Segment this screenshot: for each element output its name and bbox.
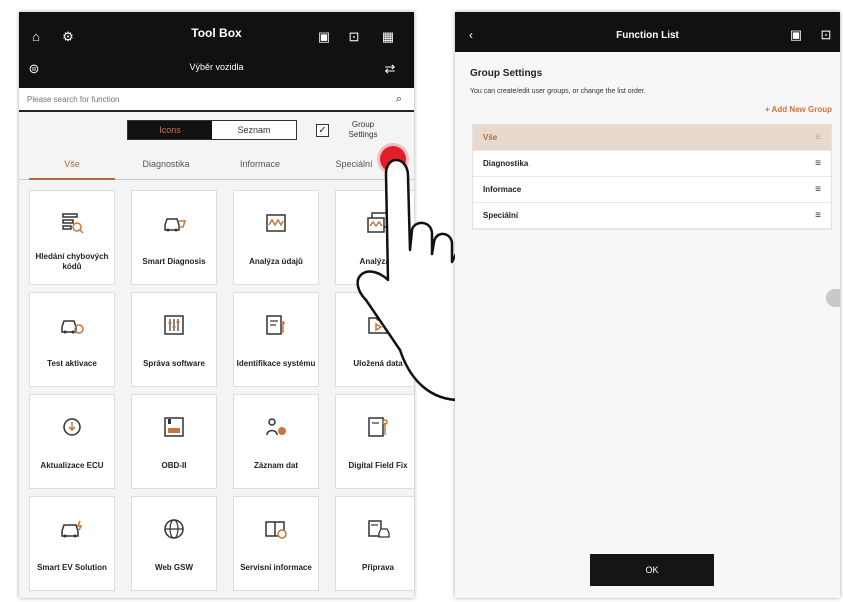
tile-label: Příprava xyxy=(361,563,395,572)
tile-label: Hledání chybových kódů xyxy=(35,252,109,271)
drag-handle-icon[interactable]: ≡ xyxy=(815,184,821,195)
tile-software-management[interactable]: Správa software xyxy=(131,292,217,387)
group-item-diagnostika[interactable]: Diagnostika ≡ xyxy=(473,151,831,177)
tile-ev-solution[interactable]: Smart EV Solution xyxy=(29,496,115,591)
tile-label: Web GSW xyxy=(154,563,194,572)
group-item-specialni[interactable]: Speciální ≡ xyxy=(473,203,831,229)
tile-label: Digital Field Fix xyxy=(348,461,408,470)
section-description: You can create/edit user groups, or chan… xyxy=(470,88,646,95)
ecu-update-icon xyxy=(30,415,114,441)
software-management-icon xyxy=(132,313,216,339)
tile-label: Smart EV Solution xyxy=(37,563,107,572)
field-fix-icon xyxy=(336,415,414,441)
side-panel-handle[interactable] xyxy=(826,289,840,307)
tile-label: Záznam dat xyxy=(253,461,298,470)
service-info-icon xyxy=(234,517,318,543)
tile-dtc-search[interactable]: Hledání chybových kódů xyxy=(29,190,115,285)
tab-vse[interactable]: Vše xyxy=(29,159,115,169)
group-name: Informace xyxy=(483,185,522,194)
tile-label: Analýza údajů xyxy=(249,257,303,266)
system-id-icon xyxy=(234,313,318,339)
group-name: Vše xyxy=(483,133,498,142)
tile-label: Identifikace systému xyxy=(236,359,316,368)
tile-label: Aktualizace ECU xyxy=(40,461,104,470)
search-bar: ⌕ xyxy=(19,88,414,112)
function-list-header: ‹ Function List ▣ ⊡ xyxy=(455,12,840,52)
drag-handle-icon[interactable]: ≡ xyxy=(815,158,821,169)
tile-label: Test aktivace xyxy=(47,359,97,368)
data-record-icon xyxy=(234,415,318,441)
tile-activation-test[interactable]: Test aktivace xyxy=(29,292,115,387)
report-icon[interactable]: ▣ xyxy=(315,28,333,46)
tile-smart-diagnosis[interactable]: Smart Diagnosis xyxy=(131,190,217,285)
tile-data-analysis[interactable]: Analýza údajů xyxy=(233,190,319,285)
group-settings-label: Group Settings xyxy=(348,120,378,139)
drag-handle-icon[interactable]: ≡ xyxy=(815,210,821,221)
drag-handle-icon[interactable]: ≡ xyxy=(815,132,821,143)
group-item-vse[interactable]: Vše ≡ xyxy=(473,125,831,151)
instruction-figure: ⌂ ⚙ Tool Box ▣ ⊡ ▦ ⊜ Výběr vozidla ⇄ ⌕ I… xyxy=(0,0,843,602)
function-list-screen: ‹ Function List ▣ ⊡ Group Settings You c… xyxy=(455,12,840,598)
page-title: Function List xyxy=(616,30,679,41)
toolbox-header: ⌂ ⚙ Tool Box ▣ ⊡ ▦ ⊜ Výběr vozidla ⇄ xyxy=(19,12,414,88)
data-analysis-icon xyxy=(234,211,318,237)
smart-diagnosis-icon xyxy=(132,211,216,237)
grid-icon[interactable]: ▦ xyxy=(379,28,397,46)
view-toggle: Icons Seznam xyxy=(127,120,297,140)
group-settings-toggle[interactable]: ✓ Group Settings xyxy=(316,118,396,144)
dtc-search-icon xyxy=(30,211,114,237)
tile-ecu-update[interactable]: Aktualizace ECU xyxy=(29,394,115,489)
search-input[interactable] xyxy=(27,91,367,107)
globe-icon xyxy=(132,517,216,543)
tile-system-id[interactable]: Identifikace systému xyxy=(233,292,319,387)
search-icon[interactable]: ⌕ xyxy=(392,92,406,106)
group-item-informace[interactable]: Informace ≡ xyxy=(473,177,831,203)
section-title: Group Settings xyxy=(470,68,543,79)
list-view-button[interactable]: Seznam xyxy=(212,121,296,139)
ok-button[interactable]: OK xyxy=(590,554,714,586)
tile-web-gsw[interactable]: Web GSW xyxy=(131,496,217,591)
tab-informace[interactable]: Informace xyxy=(217,159,303,169)
tile-preparation[interactable]: Příprava xyxy=(335,496,414,591)
obd-icon xyxy=(132,415,216,441)
group-name: Speciální xyxy=(483,211,519,220)
tile-label: OBD-II xyxy=(161,461,187,470)
switch-icon[interactable]: ⇄ xyxy=(381,60,399,78)
active-tab-indicator xyxy=(29,178,115,180)
tile-label: Správa software xyxy=(143,359,205,368)
tab-diagnostika[interactable]: Diagnostika xyxy=(123,159,209,169)
tile-data-record[interactable]: Záznam dat xyxy=(233,394,319,489)
add-new-group-link[interactable]: + Add New Group xyxy=(765,105,832,114)
vehicle-select-label[interactable]: Výběr vozidla xyxy=(19,62,414,72)
icons-view-button[interactable]: Icons xyxy=(128,121,212,139)
activation-test-icon xyxy=(30,313,114,339)
preparation-icon xyxy=(336,517,414,543)
report-icon[interactable]: ▣ xyxy=(787,26,805,44)
tile-obd[interactable]: OBD-II xyxy=(131,394,217,489)
tile-service-info[interactable]: Servisní informace xyxy=(233,496,319,591)
group-name: Diagnostika xyxy=(483,159,529,168)
screenshot-icon[interactable]: ⊡ xyxy=(345,28,363,46)
screenshot-icon[interactable]: ⊡ xyxy=(817,26,835,44)
group-settings-checkbox[interactable]: ✓ xyxy=(316,124,329,137)
tile-label: Smart Diagnosis xyxy=(142,257,206,266)
group-list: Vše ≡ Diagnostika ≡ Informace ≡ Speciáln… xyxy=(472,124,832,230)
tile-label: Servisní informace xyxy=(240,563,312,572)
ev-solution-icon xyxy=(30,517,114,543)
